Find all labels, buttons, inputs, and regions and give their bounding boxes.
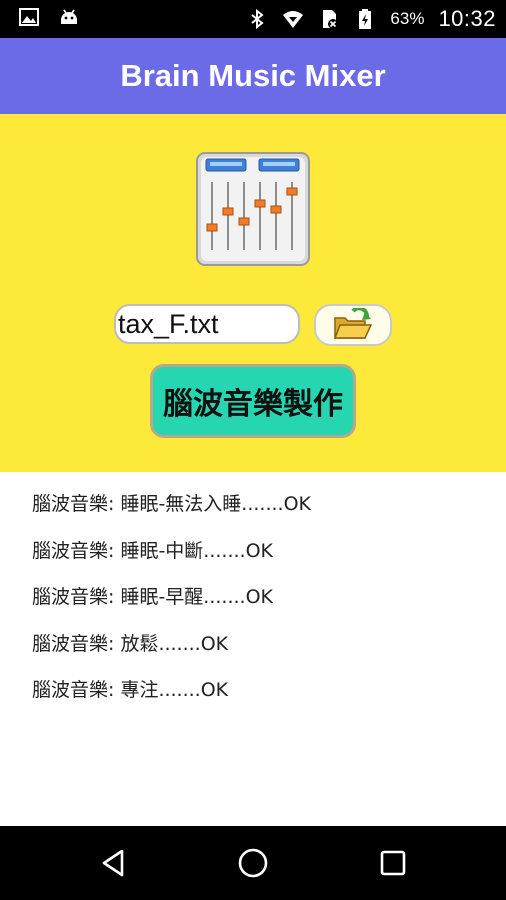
android-notification-icon <box>61 9 77 24</box>
folder-icon <box>333 308 373 339</box>
control-panel: tax_F.txt 腦波音樂製作 <box>0 114 506 472</box>
recents-button[interactable] <box>372 842 414 884</box>
file-name-field[interactable]: tax_F.txt <box>114 304 300 344</box>
result-item: 腦波音樂: 睡眠-中斷.......OK <box>32 539 273 562</box>
image-notification-icon <box>19 8 39 26</box>
home-button[interactable] <box>232 842 274 884</box>
make-brainwave-music-button[interactable]: 腦波音樂製作 <box>150 364 356 438</box>
mixer-icon <box>196 152 310 266</box>
app-title-bar: Brain Music Mixer <box>0 38 506 114</box>
battery-percent: 63% <box>390 9 425 28</box>
status-bar-right: 63% 10:32 <box>246 0 496 38</box>
wifi-icon <box>283 11 304 28</box>
recents-icon <box>380 850 406 876</box>
clock: 10:32 <box>438 6 496 31</box>
back-icon <box>102 849 124 877</box>
result-item: 腦波音樂: 睡眠-無法入睡.......OK <box>32 493 311 515</box>
results-list: 腦波音樂: 睡眠-無法入睡.......OK 腦波音樂: 睡眠-中斷......… <box>32 486 492 719</box>
back-button[interactable] <box>92 842 134 884</box>
result-item: 腦波音樂: 放鬆.......OK <box>32 632 229 655</box>
result-item: 腦波音樂: 睡眠-早醒.......OK <box>32 586 273 608</box>
battery-charging-icon <box>359 9 372 29</box>
app-title: Brain Music Mixer <box>120 58 386 93</box>
home-icon <box>238 848 268 878</box>
result-item: 腦波音樂: 專注.......OK <box>32 679 229 701</box>
sim-blocked-icon <box>323 10 339 29</box>
navigation-bar <box>0 826 506 900</box>
bluetooth-icon <box>251 8 265 30</box>
open-folder-button[interactable] <box>314 304 392 346</box>
status-bar-left <box>18 6 80 28</box>
status-bar: 63% 10:32 <box>0 0 506 38</box>
